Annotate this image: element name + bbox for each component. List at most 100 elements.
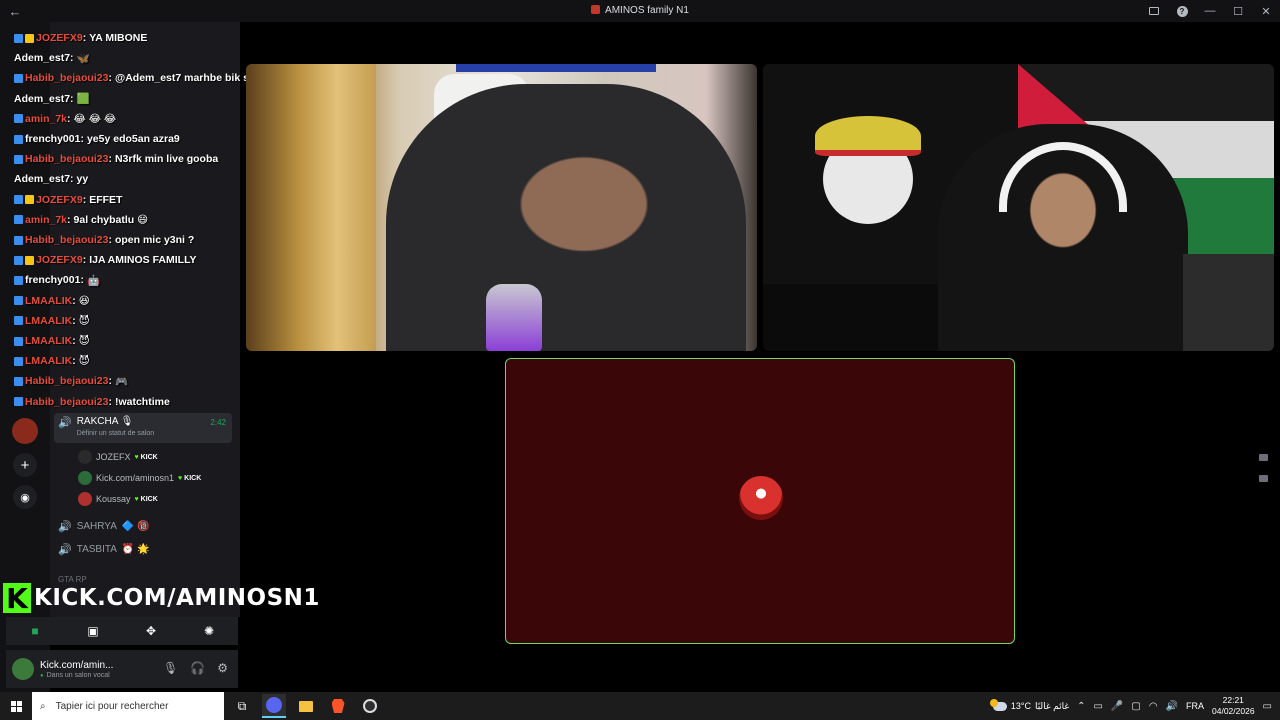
task-view-icon[interactable]: ⧉: [230, 694, 254, 718]
video-tile-2[interactable]: [763, 64, 1274, 351]
separator: :: [82, 254, 87, 267]
badge-icon: [14, 397, 23, 407]
minimize-button[interactable]: —: [1196, 0, 1224, 22]
weather-widget[interactable]: 13°C غائم غالبًا: [989, 698, 1069, 712]
avatar[interactable]: [12, 658, 34, 680]
chat-message: amin_7k : 😂 😂 😂: [14, 109, 116, 129]
window-title: AMINOS family N1: [0, 5, 1280, 16]
channel-status[interactable]: Définir un statut de salon: [77, 430, 154, 437]
brave-browser-icon[interactable]: [326, 694, 350, 718]
badge-icon: [14, 195, 23, 205]
inbox-icon[interactable]: [1140, 0, 1168, 22]
display-icon[interactable]: ▢: [1131, 701, 1140, 712]
separator: :: [70, 52, 74, 65]
obs-icon[interactable]: [358, 694, 382, 718]
badge-icon: [14, 255, 23, 265]
kick-tag: KICK: [178, 475, 201, 482]
speaker-icon: 🔊: [58, 417, 72, 429]
chat-username[interactable]: amin_7k: [25, 214, 67, 226]
notification-icon[interactable]: ▭: [1263, 701, 1272, 712]
badge-icon: [14, 296, 23, 306]
voice-user-name: Kick.com/aminosn1: [96, 473, 175, 483]
separator: :: [67, 213, 71, 226]
taskbar-search[interactable]: ⌕ Tapier ici pour rechercher: [32, 692, 224, 720]
file-explorer-icon[interactable]: [294, 694, 318, 718]
chat-username[interactable]: Adem_est7: [14, 52, 70, 64]
voice-channel-sahrya[interactable]: 🔊 SAHRYA 🔷 🔞: [58, 515, 150, 537]
badge-icon: [14, 376, 23, 386]
voice-channel-tasbita[interactable]: 🔊 TASBITA ⏰ 🌟: [58, 538, 150, 560]
voice-user[interactable]: JOZEFX KICK: [78, 448, 158, 466]
video-tile-1[interactable]: [246, 64, 757, 351]
soundboard-button[interactable]: ✺: [198, 623, 220, 639]
background-lamp: [486, 284, 542, 351]
clock[interactable]: 22:21 04/02/2026: [1212, 695, 1255, 717]
chat-text: IJA AMINOS FAMILLY: [89, 254, 197, 267]
gaming-chair: [1183, 254, 1274, 351]
language-indicator[interactable]: FRA: [1186, 701, 1204, 711]
screen-share-button[interactable]: ▣: [82, 623, 104, 639]
avatar: [78, 450, 92, 464]
help-icon[interactable]: ?: [1168, 0, 1196, 22]
chat-username[interactable]: frenchy001: [25, 133, 80, 145]
chat-username[interactable]: LMAALIK: [25, 315, 72, 327]
chat-message: JOZEFX9 : IJA AMINOS FAMILLY: [14, 250, 197, 270]
chevron-up-icon[interactable]: ⌃: [1077, 701, 1085, 712]
discord-taskbar-icon[interactable]: [262, 694, 286, 718]
volume-icon[interactable]: 🔊: [1166, 701, 1178, 712]
chat-username[interactable]: Habib_bejaoui23: [25, 72, 108, 84]
chat-username[interactable]: Adem_est7: [14, 93, 70, 105]
voice-channel-name: SAHRYA: [76, 520, 117, 532]
chat-username[interactable]: frenchy001: [25, 274, 80, 286]
window-title-text: AMINOS family N1: [605, 5, 689, 16]
chat-username[interactable]: JOZEFX9: [36, 254, 83, 266]
close-button[interactable]: ✕: [1252, 0, 1280, 22]
headphones-icon[interactable]: 🎧: [190, 661, 205, 675]
chat-username[interactable]: JOZEFX9: [36, 32, 83, 44]
server-icon: [591, 5, 601, 14]
video-tile-3-speaking[interactable]: [505, 358, 1015, 644]
clock-time: 22:21: [1222, 695, 1244, 705]
gear-icon[interactable]: ⚙: [217, 661, 228, 675]
chat-username[interactable]: Adem_est7: [14, 173, 70, 185]
kick-tag: KICK: [135, 454, 158, 461]
voice-user[interactable]: Koussay KICK: [78, 490, 158, 508]
chat-username[interactable]: LMAALIK: [25, 295, 72, 307]
microphone-tray-icon[interactable]: 🎤: [1111, 701, 1123, 712]
chat-username[interactable]: Habib_bejaoui23: [25, 153, 108, 165]
user-panel: Kick.com/amin... Dans un salon vocal 🎙 🎧…: [6, 650, 238, 688]
camera-button[interactable]: ■: [24, 623, 46, 639]
chat-username[interactable]: LMAALIK: [25, 355, 72, 367]
badge-icon: [14, 316, 23, 326]
user-info[interactable]: Kick.com/amin... Dans un salon vocal: [34, 660, 113, 679]
network-icon[interactable]: ▭: [1093, 701, 1102, 712]
server-icon-aminos[interactable]: [12, 418, 38, 444]
chat-message: Adem_est7 : yy: [14, 169, 88, 189]
chat-text: yy: [76, 173, 89, 186]
chat-username[interactable]: LMAALIK: [25, 335, 72, 347]
chat-message: JOZEFX9 : YA MIBONE: [14, 28, 147, 48]
user-status: Dans un salon vocal: [40, 672, 113, 679]
avatar: [739, 476, 783, 520]
chat-message: LMAALIK : 😈: [14, 311, 90, 331]
chat-username[interactable]: amin_7k: [25, 113, 67, 125]
voice-channel-rakcha[interactable]: 🔊 RAKCHA 🎙 Définir un statut de salon 2:…: [54, 413, 232, 443]
chat-username[interactable]: Habib_bejaoui23: [25, 396, 108, 408]
wifi-icon[interactable]: ◠: [1149, 701, 1158, 712]
chat-username[interactable]: JOZEFX9: [36, 194, 83, 206]
activities-button[interactable]: ✥: [140, 623, 162, 639]
microphone-icon[interactable]: 🎙: [163, 661, 178, 675]
maximize-button[interactable]: ☐: [1224, 0, 1252, 22]
voice-user[interactable]: Kick.com/aminosn1 KICK: [78, 469, 201, 487]
user-panel-icons: 🎙 🎧 ⚙: [163, 661, 228, 675]
badge-icon: [14, 134, 23, 144]
chat-text: 🦋: [76, 52, 90, 65]
add-server-icon[interactable]: +: [13, 453, 37, 477]
chat-username[interactable]: Habib_bejaoui23: [25, 234, 108, 246]
chat-username[interactable]: Habib_bejaoui23: [25, 375, 108, 387]
discover-icon[interactable]: ◉: [13, 485, 37, 509]
windows-start-icon[interactable]: [0, 692, 32, 720]
separator: :: [72, 355, 76, 368]
speaker-icon: 🔊: [58, 543, 72, 556]
chat-message: Adem_est7 : 🦋: [14, 48, 90, 68]
